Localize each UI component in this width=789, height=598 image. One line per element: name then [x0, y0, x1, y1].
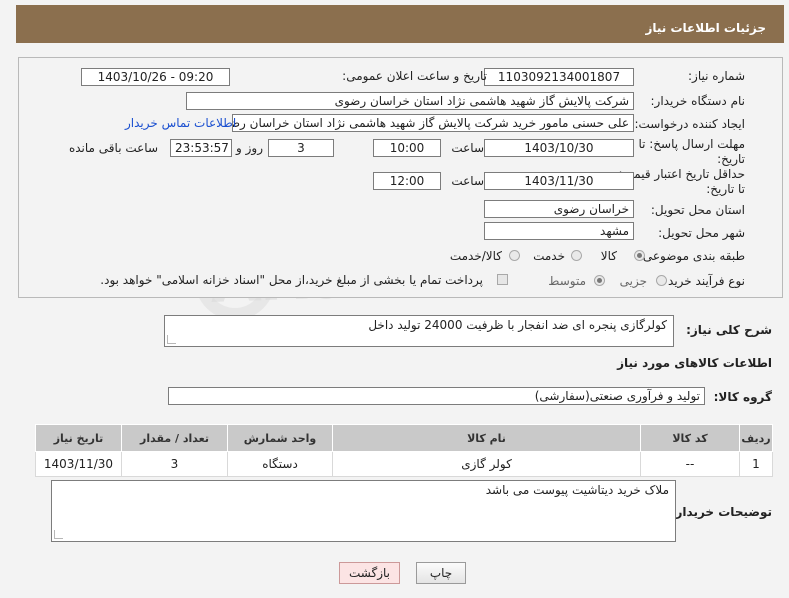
col-need-date: تاریخ نیاز [35, 424, 122, 452]
category-option-goods-service: کالا/خدمت [449, 249, 502, 263]
deadline-date-field: 1403/10/30 [484, 139, 634, 157]
goods-info-title: اطلاعات کالاهای مورد نیاز [617, 356, 772, 370]
description-field: کولرگازی پنجره ای ضد انفجار با ظرفیت 240… [164, 315, 674, 347]
category-label: طبقه بندی موضوعی: [638, 249, 745, 263]
treasury-payment-note: پرداخت تمام یا بخشی از مبلغ خرید،از محل … [100, 273, 483, 287]
process-label: نوع فرآیند خرید : [660, 274, 745, 288]
province-field: خراسان رضوی [484, 200, 634, 218]
validity-time-label: ساعت [451, 174, 484, 188]
process-option-minor: جزیی [619, 274, 647, 288]
resize-grip[interactable] [54, 530, 63, 539]
remaining-label: ساعت باقی مانده [68, 141, 158, 155]
process-option-medium: متوسط [548, 274, 586, 288]
col-quantity: تعداد / مقدار [121, 424, 228, 452]
cell-goods-code: -- [640, 451, 740, 477]
category-option-service: خدمت [533, 249, 565, 263]
category-radio-goods[interactable] [634, 250, 645, 261]
process-radio-minor[interactable] [656, 275, 667, 286]
category-option-goods: کالا [600, 249, 617, 263]
deadline-label: مهلت ارسال پاسخ: تا تاریخ: [638, 137, 745, 166]
city-label: شهر محل تحویل: [658, 226, 745, 240]
deadline-time-label: ساعت [451, 141, 484, 155]
requester-label: ایجاد کننده درخواست: [634, 117, 745, 131]
remaining-time-field: 23:53:57 [170, 139, 232, 157]
resize-grip[interactable] [167, 335, 176, 344]
cell-need-date: 1403/11/30 [35, 451, 122, 477]
buyer-contact-link[interactable]: اطلاعات تماس خریدار [125, 116, 236, 130]
print-button[interactable]: چاپ [416, 562, 466, 584]
category-radio-service[interactable] [571, 250, 582, 261]
validity-time-field: 12:00 [373, 172, 441, 190]
table-header-row: ردیف کد کالا نام کالا واحد شمارش تعداد /… [35, 424, 773, 452]
process-radio-medium[interactable] [594, 275, 605, 286]
description-text: کولرگازی پنجره ای ضد انفجار با ظرفیت 240… [368, 318, 667, 332]
page-header: جزئیات اطلاعات نیاز [16, 5, 784, 43]
need-number-label: شماره نیاز: [688, 69, 745, 83]
table-row: 1 -- کولر گازی دستگاه 3 1403/11/30 [35, 451, 773, 477]
description-label: شرح کلی نیاز: [686, 323, 772, 337]
col-unit: واحد شمارش [227, 424, 333, 452]
col-row: ردیف [739, 424, 773, 452]
buyer-notes-text: ملاک خرید دیتاشیت پیوست می باشد [485, 483, 669, 497]
buyer-org-label: نام دستگاه خریدار: [650, 94, 746, 108]
goods-group-label: گروه کالا: [713, 390, 772, 404]
cell-row: 1 [739, 451, 773, 477]
back-button[interactable]: بازگشت [339, 562, 400, 584]
city-field: مشهد [484, 222, 634, 240]
goods-table: ردیف کد کالا نام کالا واحد شمارش تعداد /… [35, 424, 773, 477]
announce-label: تاریخ و ساعت اعلان عمومی: [342, 69, 487, 83]
treasury-payment-checkbox[interactable] [497, 274, 508, 285]
validity-label: حداقل تاریخ اعتبار قیمت: تا تاریخ: [618, 167, 745, 196]
province-label: استان محل تحویل: [650, 203, 745, 217]
validity-date-field: 1403/11/30 [484, 172, 634, 190]
buyer-org-field: شرکت پالایش گاز شهید هاشمی نژاد استان خر… [186, 92, 634, 110]
cell-goods-name: کولر گازی [332, 451, 641, 477]
buyer-notes-label: توضیحات خریدار: [670, 505, 772, 519]
days-field: 3 [268, 139, 334, 157]
col-goods-code: کد کالا [640, 424, 740, 452]
category-radio-goods-service[interactable] [509, 250, 520, 261]
announce-field: 1403/10/26 - 09:20 [81, 68, 230, 86]
cell-unit: دستگاه [227, 451, 333, 477]
days-label: روز و [236, 141, 263, 155]
col-goods-name: نام کالا [332, 424, 641, 452]
goods-group-field: تولید و فرآوری صنعتی(سفارشی) [168, 387, 705, 405]
cell-quantity: 3 [121, 451, 228, 477]
deadline-time-field: 10:00 [373, 139, 441, 157]
requester-field: علی حسنی مامور خرید شرکت پالایش گاز شهید… [232, 114, 634, 132]
need-number-field: 1103092134001807 [484, 68, 634, 86]
buyer-notes-field: ملاک خرید دیتاشیت پیوست می باشد [51, 480, 676, 542]
